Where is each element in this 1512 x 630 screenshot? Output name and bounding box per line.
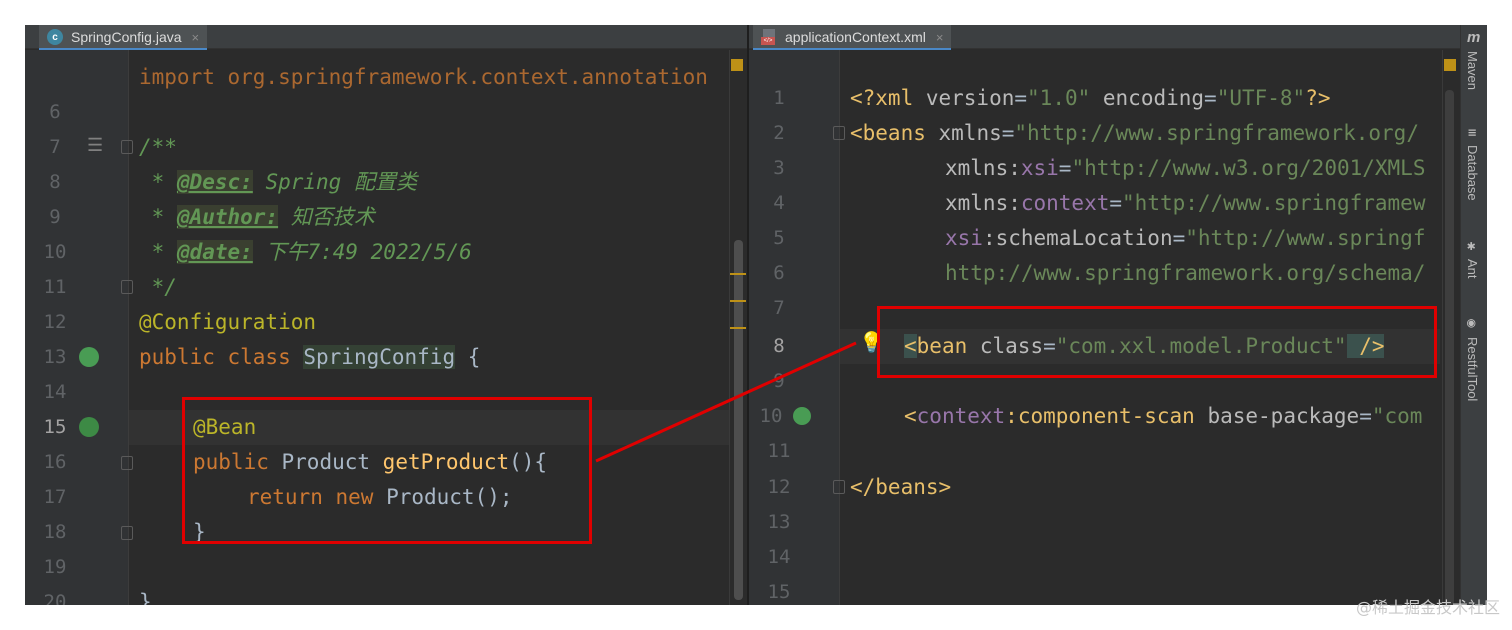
watermark: @稀土掘金技术社区 xyxy=(1355,598,1500,617)
connector-line xyxy=(595,341,857,463)
